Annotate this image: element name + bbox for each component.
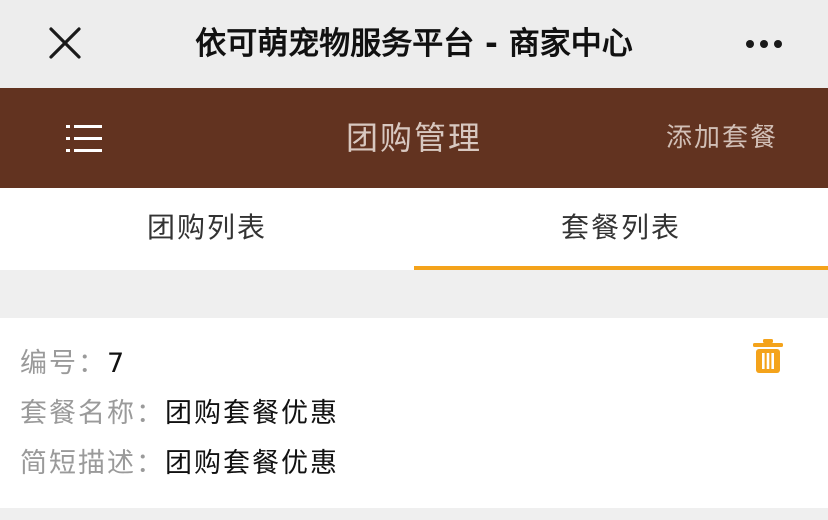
wechat-top-bar: 依可萌宠物服务平台 - 商家中心 (0, 0, 828, 88)
more-dots-icon[interactable] (740, 30, 788, 58)
page-title: 团购管理 (345, 119, 482, 157)
package-id-label: 编号： (20, 348, 107, 379)
package-id-row: 编号：7 (20, 344, 126, 384)
page-header: 团购管理 添加套餐 (0, 88, 828, 188)
package-desc-value: 团购套餐优惠 (165, 448, 339, 479)
package-desc-label: 简短描述： (20, 448, 165, 479)
active-tab-indicator (414, 266, 828, 270)
close-icon[interactable] (44, 22, 86, 64)
page: 依可萌宠物服务平台 - 商家中心 团购管理 添加套餐 团购列表 套餐列表 编号：… (0, 0, 828, 520)
package-card: 编号：7 套餐名称：团购套餐优惠 简短描述：团购套餐优惠 (0, 318, 828, 508)
package-name-label: 套餐名称： (20, 398, 165, 429)
menu-icon[interactable] (56, 116, 112, 160)
tab-package-list[interactable]: 套餐列表 (414, 188, 828, 270)
add-package-button[interactable]: 添加套餐 (666, 88, 778, 188)
window-title: 依可萌宠物服务平台 - 商家中心 (195, 26, 633, 62)
tab-group-buy-list[interactable]: 团购列表 (0, 188, 414, 270)
package-name-row: 套餐名称：团购套餐优惠 (20, 394, 339, 434)
tab-bar: 团购列表 套餐列表 (0, 188, 828, 270)
package-name-value: 团购套餐优惠 (165, 398, 339, 429)
package-desc-row: 简短描述：团购套餐优惠 (20, 444, 339, 484)
trash-icon[interactable] (752, 338, 784, 374)
package-id-value: 7 (107, 348, 127, 379)
